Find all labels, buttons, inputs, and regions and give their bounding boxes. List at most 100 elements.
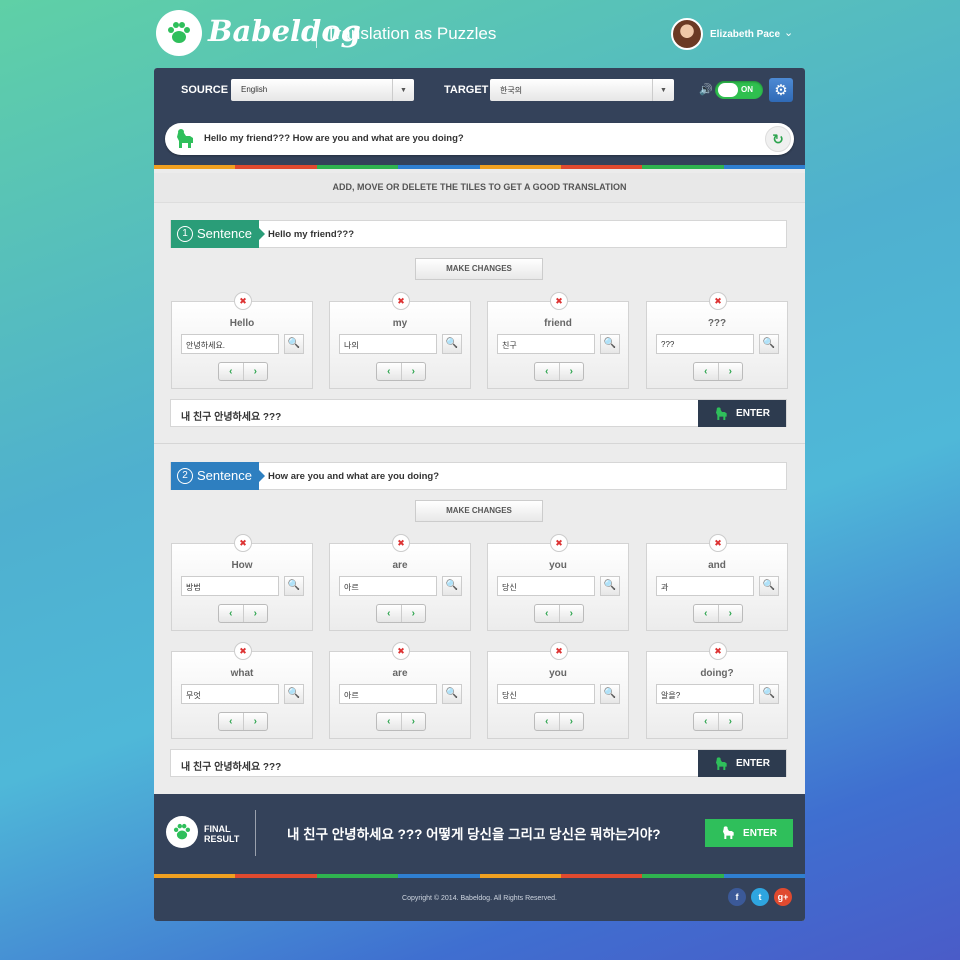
search-icon[interactable]: 🔍	[284, 334, 304, 354]
search-icon[interactable]: 🔍	[759, 576, 779, 596]
chevron-left-icon[interactable]: ‹	[694, 713, 719, 730]
final-result-text[interactable]: 내 친구 안녕하세요 ??? 어떻게 당신을 그리고 당신은 뭐하는거야?	[287, 823, 661, 843]
dropdown-arrow-icon[interactable]: ▼	[652, 79, 674, 101]
word-tile: ✖ friend 친구 🔍 ‹ ›	[487, 292, 629, 389]
search-icon[interactable]: 🔍	[442, 576, 462, 596]
delete-icon[interactable]: ✖	[234, 292, 252, 310]
user-name[interactable]: Elizabeth Pace	[710, 29, 780, 40]
chevron-down-icon[interactable]: ⌄	[784, 26, 793, 39]
search-icon[interactable]: 🔍	[284, 576, 304, 596]
chevron-left-icon[interactable]: ‹	[377, 713, 402, 730]
tile-word: Hello	[229, 318, 255, 329]
chevron-right-icon[interactable]: ›	[560, 363, 584, 380]
source-text-bar[interactable]: Hello my friend??? How are you and what …	[165, 123, 794, 155]
chevron-left-icon[interactable]: ‹	[219, 605, 244, 622]
tile-translation-input[interactable]: 당신	[497, 684, 595, 704]
make-changes-button[interactable]: MAKE CHANGES	[415, 258, 543, 280]
dropdown-arrow-icon[interactable]: ▼	[392, 79, 414, 101]
enter-button[interactable]: ENTER	[698, 750, 786, 777]
word-tile: ✖ Hello 안녕하세요. 🔍 ‹ ›	[171, 292, 313, 389]
toggle-label: ON	[741, 85, 753, 94]
twitter-icon[interactable]: t	[751, 888, 769, 906]
delete-icon[interactable]: ✖	[709, 534, 727, 552]
chevron-left-icon[interactable]: ‹	[535, 363, 560, 380]
tile-move-controls: ‹ ›	[693, 362, 743, 381]
chevron-right-icon[interactable]: ›	[402, 713, 426, 730]
tile-translation-input[interactable]: 무엇	[181, 684, 279, 704]
delete-icon[interactable]: ✖	[234, 534, 252, 552]
tile-translation-input[interactable]: 안녕하세요.	[181, 334, 279, 354]
delete-icon[interactable]: ✖	[392, 534, 410, 552]
search-icon[interactable]: 🔍	[600, 576, 620, 596]
chevron-right-icon[interactable]: ›	[719, 363, 743, 380]
chevron-left-icon[interactable]: ‹	[219, 713, 244, 730]
speaker-icon[interactable]: 🔊	[699, 83, 713, 96]
delete-icon[interactable]: ✖	[550, 292, 568, 310]
delete-icon[interactable]: ✖	[550, 534, 568, 552]
avatar[interactable]	[671, 18, 703, 50]
chevron-right-icon[interactable]: ›	[402, 605, 426, 622]
chevron-left-icon[interactable]: ‹	[377, 605, 402, 622]
divider	[316, 20, 317, 48]
tile-translation-input[interactable]: 친구	[497, 334, 595, 354]
final-label-line1: FINAL	[204, 824, 231, 834]
delete-icon[interactable]: ✖	[392, 292, 410, 310]
chevron-left-icon[interactable]: ‹	[219, 363, 244, 380]
tile-translation-input[interactable]: 아르	[339, 684, 437, 704]
tile-translation-input[interactable]: 과	[656, 576, 754, 596]
chevron-right-icon[interactable]: ›	[560, 713, 584, 730]
search-icon[interactable]: 🔍	[759, 334, 779, 354]
tile-move-controls: ‹ ›	[218, 604, 268, 623]
chevron-left-icon[interactable]: ‹	[694, 605, 719, 622]
tile-translation-input[interactable]: 알을?	[656, 684, 754, 704]
dog-icon	[172, 125, 200, 153]
refresh-icon[interactable]: ↻	[765, 126, 791, 152]
search-icon[interactable]: 🔍	[442, 684, 462, 704]
chevron-right-icon[interactable]: ›	[560, 605, 584, 622]
tile-word: are	[392, 668, 408, 679]
tile-translation-input[interactable]: 나의	[339, 334, 437, 354]
target-select[interactable]: 한국의 ▼	[490, 79, 674, 101]
chevron-left-icon[interactable]: ‹	[535, 605, 560, 622]
make-changes-button[interactable]: MAKE CHANGES	[415, 500, 543, 522]
sound-toggle[interactable]: ON	[715, 81, 763, 99]
chevron-left-icon[interactable]: ‹	[535, 713, 560, 730]
tagline: Translation as Puzzles	[326, 24, 497, 43]
delete-icon[interactable]: ✖	[234, 642, 252, 660]
source-text[interactable]: Hello my friend??? How are you and what …	[204, 133, 464, 144]
search-icon[interactable]: 🔍	[284, 684, 304, 704]
enter-button[interactable]: ENTER	[698, 400, 786, 427]
google-plus-icon[interactable]: g+	[774, 888, 792, 906]
final-enter-button[interactable]: ENTER	[705, 819, 793, 847]
dog-icon	[716, 756, 727, 770]
search-icon[interactable]: 🔍	[759, 684, 779, 704]
delete-icon[interactable]: ✖	[550, 642, 568, 660]
tile-translation-input[interactable]: 당신	[497, 576, 595, 596]
search-icon[interactable]: 🔍	[600, 684, 620, 704]
facebook-icon[interactable]: f	[728, 888, 746, 906]
word-tile: ✖ you 당신 🔍 ‹ ›	[487, 534, 629, 631]
source-select[interactable]: English ▼	[231, 79, 414, 101]
chevron-right-icon[interactable]: ›	[402, 363, 426, 380]
tile-translation-input[interactable]: 아르	[339, 576, 437, 596]
tile-translation-input[interactable]: 방법	[181, 576, 279, 596]
chevron-right-icon[interactable]: ›	[719, 713, 743, 730]
gear-icon[interactable]: ⚙	[769, 78, 793, 102]
chevron-right-icon[interactable]: ›	[244, 713, 268, 730]
chevron-left-icon[interactable]: ‹	[694, 363, 719, 380]
result-text[interactable]: 내 친구 안녕하세요 ???	[181, 408, 281, 423]
delete-icon[interactable]: ✖	[709, 642, 727, 660]
search-icon[interactable]: 🔍	[600, 334, 620, 354]
chevron-right-icon[interactable]: ›	[244, 605, 268, 622]
delete-icon[interactable]: ✖	[392, 642, 410, 660]
search-icon[interactable]: 🔍	[442, 334, 462, 354]
word-tile: ✖ my 나의 🔍 ‹ ›	[329, 292, 471, 389]
chevron-right-icon[interactable]: ›	[244, 363, 268, 380]
chevron-right-icon[interactable]: ›	[719, 605, 743, 622]
tile-move-controls: ‹ ›	[218, 362, 268, 381]
result-text[interactable]: 내 친구 안녕하세요 ???	[181, 758, 281, 773]
tile-translation-input[interactable]: ???	[656, 334, 754, 354]
chevron-left-icon[interactable]: ‹	[377, 363, 402, 380]
delete-icon[interactable]: ✖	[709, 292, 727, 310]
enter-label: ENTER	[736, 758, 770, 769]
